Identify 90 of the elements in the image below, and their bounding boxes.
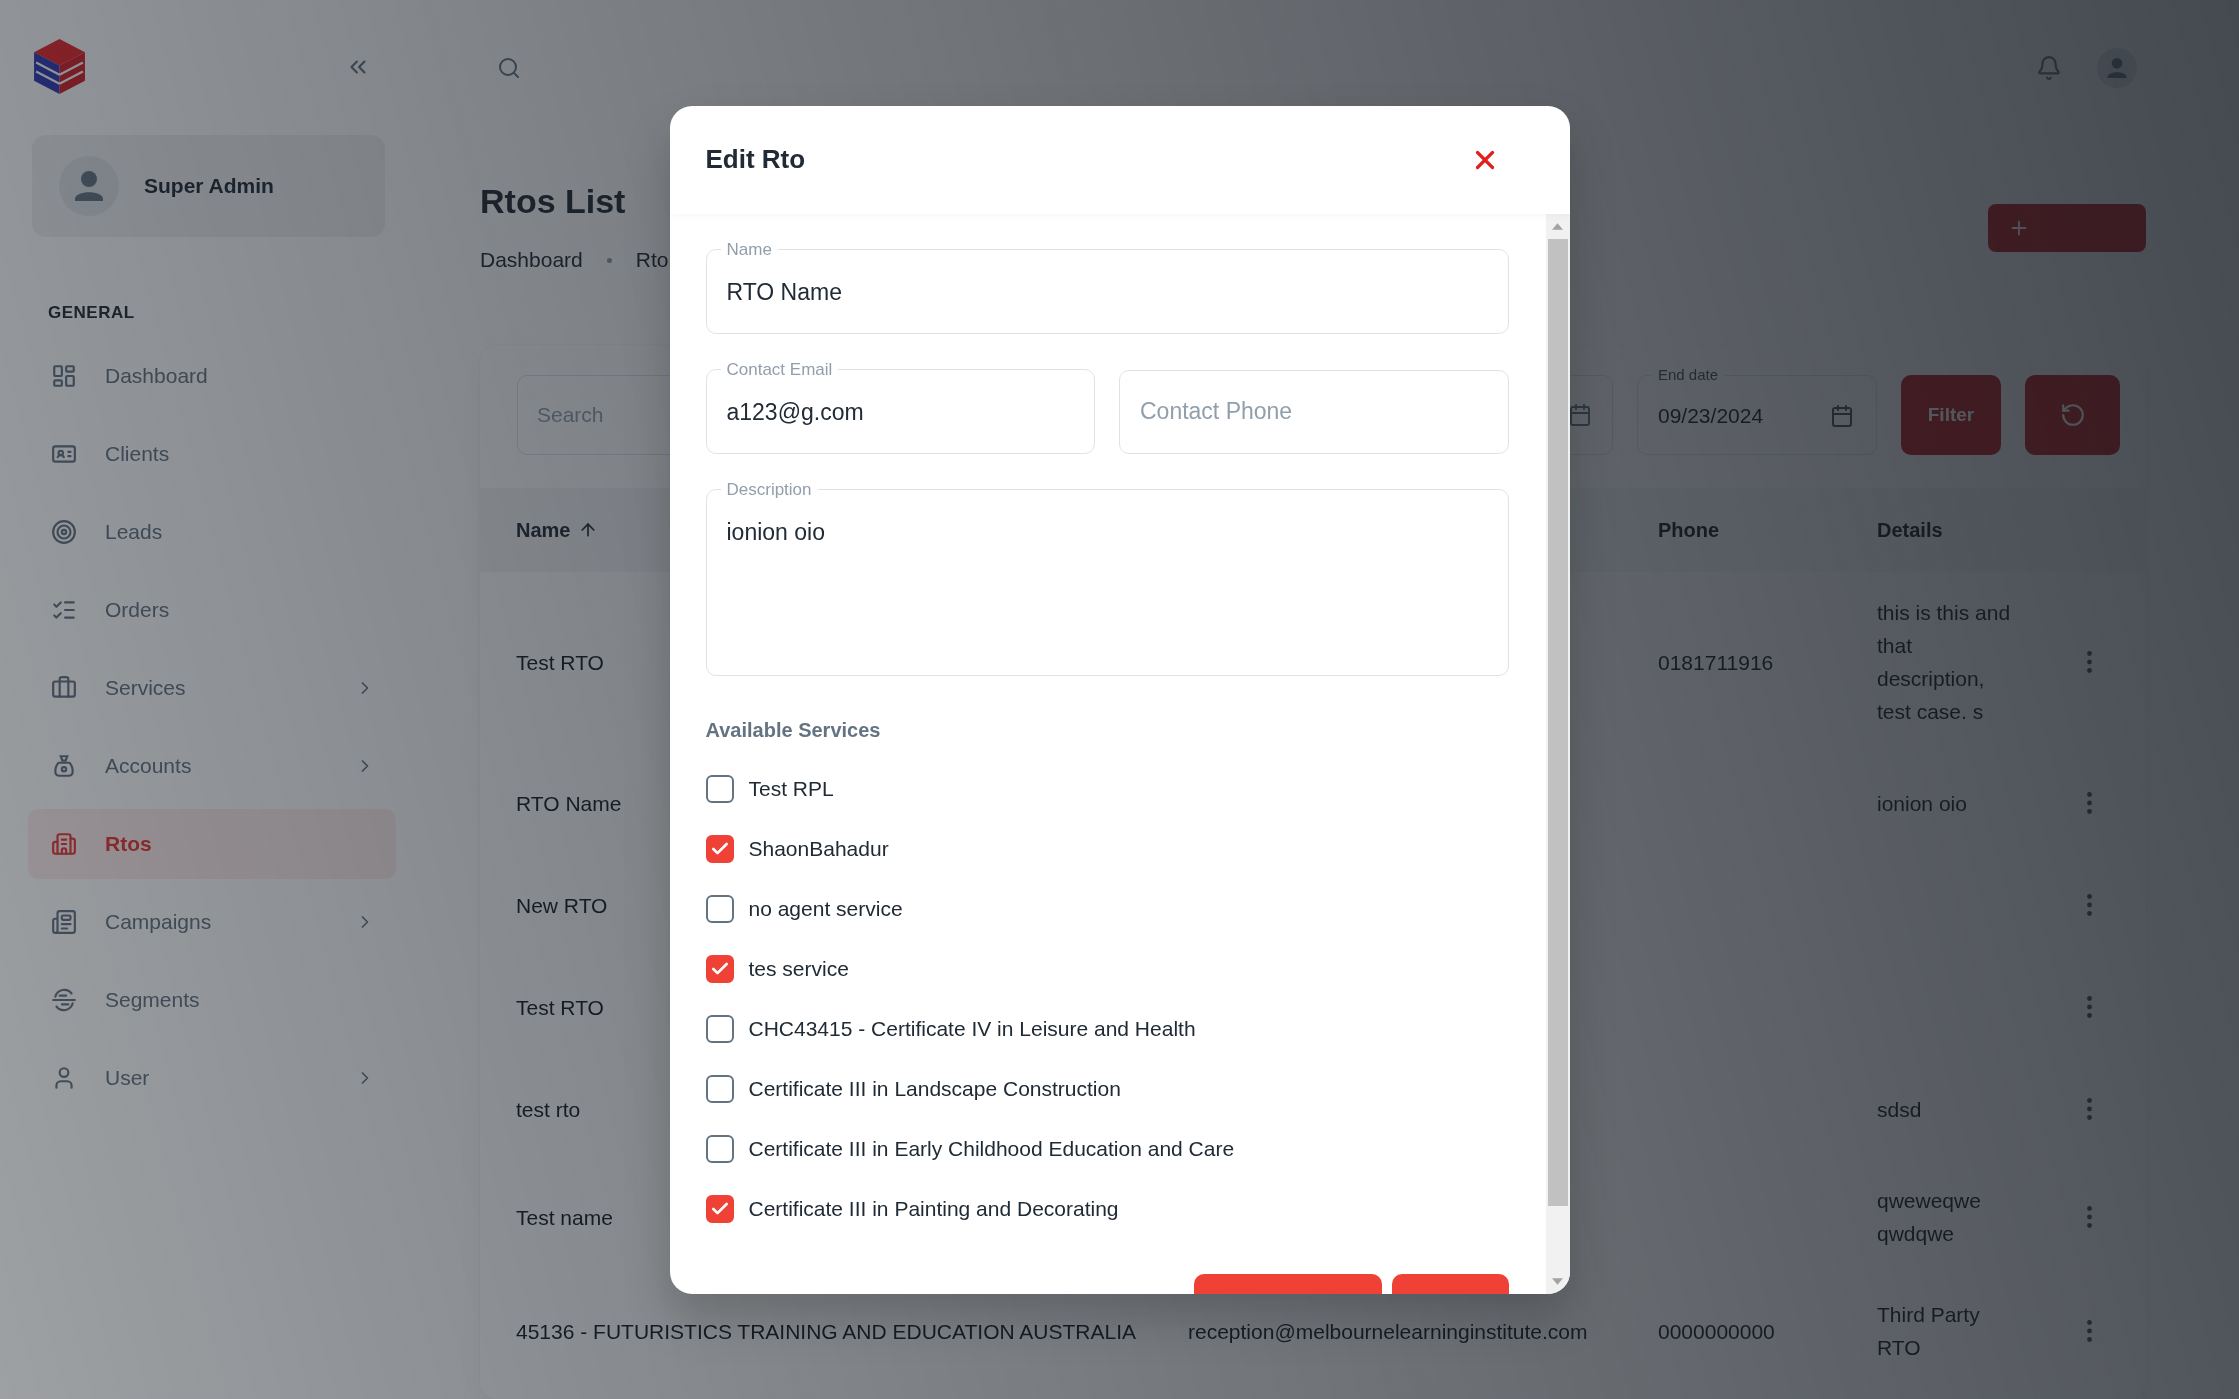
column-header[interactable]: Phone [1658, 518, 1720, 542]
money-bag-icon [51, 753, 77, 779]
more-vertical-icon [2086, 894, 2092, 916]
segments-icon [51, 987, 77, 1013]
section-title: GENERAL [48, 303, 135, 323]
nav-item[interactable]: Dashboard [28, 341, 396, 411]
checkbox-label[interactable]: tes service [748, 956, 849, 981]
notifications-button[interactable] [2036, 55, 2062, 81]
more-vertical-icon [2086, 1206, 2092, 1228]
field-value[interactable]: 09/23/2024 [1658, 401, 1830, 431]
field-value[interactable]: RTO Name [726, 272, 1488, 313]
separator-dot-icon [606, 257, 612, 263]
table-cell-text: Test name [516, 1204, 613, 1231]
table-cell-text: reception@melbournelearninginstitute.com [1188, 1318, 1588, 1345]
more-vertical-icon [2086, 792, 2092, 814]
more-vertical-icon [2086, 996, 2092, 1018]
table-cell-text: test rto [516, 1096, 581, 1123]
reset-button[interactable] [2025, 375, 2120, 455]
nav-item[interactable]: Leads [28, 497, 396, 567]
nav-item[interactable]: Campaigns [28, 887, 396, 957]
breadcrumb-link[interactable]: Dashboard [480, 245, 583, 275]
field-value[interactable]: a123@g.com [726, 392, 1074, 433]
checkbox[interactable] [705, 1014, 734, 1043]
column-header[interactable]: Details [1877, 518, 1943, 542]
checkbox[interactable] [705, 954, 734, 983]
table-cell-text: RTO Name [516, 790, 622, 817]
nav-item[interactable]: Services [28, 653, 396, 723]
rotate-arrow-icon [2059, 402, 2086, 428]
column-header[interactable]: Name [516, 518, 599, 542]
scrollbar[interactable] [1545, 213, 1570, 1294]
more-vertical-icon [2086, 1098, 2092, 1120]
user-avatar-icon [59, 156, 119, 216]
table-cell-text: ionion oio [1877, 790, 1967, 817]
nav-item[interactable]: Segments [28, 965, 396, 1035]
checkbox[interactable] [705, 774, 734, 803]
nav-item[interactable]: Accounts [28, 731, 396, 801]
field-value[interactable]: ionion oio [726, 516, 1488, 549]
checkbox[interactable] [705, 1074, 734, 1103]
cube-logo-icon[interactable] [33, 38, 86, 95]
user-avatar-icon[interactable] [2097, 48, 2137, 88]
page-title: Rtos List [480, 181, 627, 222]
newspaper-icon [51, 909, 77, 935]
more-vertical-icon [2086, 1320, 2092, 1342]
checkbox-label[interactable]: no agent service [748, 896, 903, 921]
table-cell-text: 45136 - FUTURISTICS TRAINING AND EDUCATION AUSTRALIA [516, 1318, 1136, 1345]
user-card[interactable]: Super Admin [32, 135, 385, 237]
building-icon [51, 831, 77, 857]
checkbox[interactable] [705, 1134, 734, 1163]
search-icon [497, 56, 521, 80]
scroll-down-arrow-icon[interactable] [1552, 1277, 1563, 1285]
dashboard-grid-icon [51, 363, 77, 389]
table-cell-text: 0000000000 [1658, 1318, 1775, 1345]
calendar-icon [1830, 404, 1854, 428]
bell-icon [2036, 55, 2062, 81]
checkbox-label[interactable]: Certificate III in Landscape Construction [748, 1076, 1121, 1101]
checkbox-label[interactable]: CHC43415 - Certificate IV in Leisure and Health [748, 1016, 1196, 1041]
calendar-icon [1568, 403, 1592, 427]
checkbox[interactable] [705, 894, 734, 923]
table-cell-text: Test RTO [516, 649, 604, 676]
search-button[interactable] [497, 56, 521, 80]
phone-field[interactable]: Contact Phone [1119, 369, 1509, 454]
table-cell-text: 0181711916 [1658, 649, 1774, 676]
user-name: Super Admin [144, 174, 274, 198]
nav-item[interactable]: Clients [28, 419, 396, 489]
table-cell-text: qweweqwe qwdqwe [1877, 1188, 1982, 1247]
dialog-title: Edit Rto [705, 144, 806, 175]
field-value[interactable]: Contact Phone [1140, 391, 1488, 432]
checkbox-label[interactable]: Certificate III in Early Childhood Education and Care [748, 1136, 1235, 1161]
checkbox-label[interactable]: Test RPL [748, 776, 834, 801]
briefcase-icon [51, 675, 77, 701]
checkbox-label[interactable]: Certificate III in Painting and Decorating [748, 1196, 1119, 1221]
field-label: Name [725, 238, 773, 261]
section-heading: Available Services [705, 717, 881, 743]
table-cell-text: Test RTO [516, 994, 604, 1021]
checkbox[interactable] [705, 834, 734, 863]
breadcrumb-current: Rto [635, 247, 669, 273]
nav-item[interactable]: User [28, 1043, 396, 1113]
checkbox[interactable] [705, 1194, 734, 1223]
table-cell-text: Third Party RTO [1877, 1302, 1981, 1361]
nav-item[interactable]: Orders [28, 575, 396, 645]
checkbox-label[interactable]: ShaonBahadur [748, 836, 889, 861]
target-icon [51, 519, 77, 545]
table-cell-text: this is this and that description, test case. s [1877, 600, 2012, 725]
scrollbar-thumb[interactable] [1547, 238, 1568, 1206]
field-label: Contact Email [725, 358, 834, 381]
more-vertical-icon [2086, 651, 2092, 673]
scroll-up-arrow-icon[interactable] [1552, 222, 1563, 230]
table-cell-text: New RTO [516, 892, 608, 919]
table-cell-text: sdsd [1877, 1096, 1922, 1123]
field-label: Description [725, 478, 813, 501]
